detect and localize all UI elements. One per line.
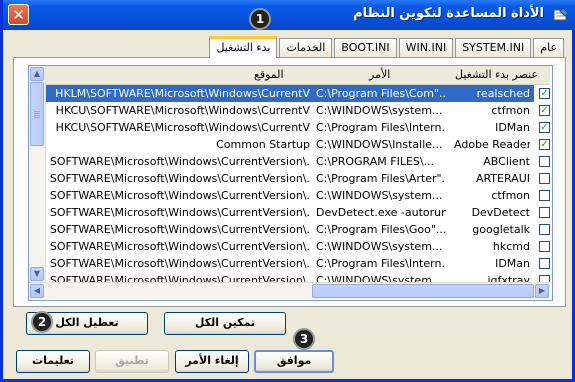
cell-startup-item: ctfmon (491, 189, 530, 202)
row-checkbox[interactable] (539, 190, 550, 201)
cell-location: SOFTWARE\Microsoft\Windows\CurrentVersio… (49, 206, 310, 219)
step-badge-2: 2 (31, 311, 53, 333)
header-location[interactable]: الموقع (254, 68, 284, 81)
row-checkbox[interactable] (539, 224, 550, 235)
vertical-scrollbar[interactable]: ▲ ▼ (29, 66, 46, 282)
row-checkbox[interactable] (539, 258, 550, 269)
row-checkbox[interactable]: ✓ (539, 139, 550, 150)
table-row[interactable]: SOFTWARE\Microsoft\Windows\CurrentVersio… (29, 238, 550, 255)
tab-startup[interactable]: بدء التشغيل (209, 36, 278, 58)
table-row[interactable]: HKCU\SOFTWARE\Microsoft\Windows\CurrentV… (29, 119, 550, 136)
cell-command: DevDetect.exe -autorun (316, 206, 446, 219)
tab-strip: عام SYSTEM.INI WIN.INI BOOT.INI الخدمات … (207, 36, 564, 58)
scroll-up-button[interactable]: ▲ (30, 67, 44, 81)
tab-win-ini[interactable]: WIN.INI (398, 38, 454, 57)
cell-startup-item: ctfmon (491, 104, 530, 117)
table-row[interactable]: SOFTWARE\Microsoft\Windows\CurrentVersio… (29, 153, 550, 170)
scroll-right-button[interactable]: ▶ (535, 284, 549, 298)
header-startup-item[interactable]: عنصر بدء التشغيل (455, 68, 538, 81)
horizontal-scrollbar[interactable]: ◀ ▶ (29, 282, 550, 299)
cell-location: SOFTWARE\Microsoft\Windows\CurrentVersio… (49, 189, 310, 202)
cell-location: HKCU\SOFTWARE\Microsoft\Windows\CurrentV (55, 121, 310, 134)
list-header: الموقع الأمر عنصر بدء التشغيل (29, 66, 550, 85)
table-row[interactable]: Common Startup C:\WINDOWS\Installe... Ad… (29, 136, 550, 153)
row-checkbox[interactable]: ✓ (539, 88, 550, 99)
cell-startup-item: IDMan (495, 257, 530, 270)
cell-startup-item: Adobe Reader Spe... (454, 138, 530, 151)
table-row[interactable]: SOFTWARE\Microsoft\Windows\CurrentVersio… (29, 170, 550, 187)
cell-location: SOFTWARE\Microsoft\Windows\CurrentVersio… (49, 155, 310, 168)
scroll-down-button[interactable]: ▼ (30, 267, 44, 281)
step-badge-3: 3 (293, 328, 315, 350)
step-badge-1: 1 (249, 8, 271, 30)
table-row[interactable]: SOFTWARE\Microsoft\Windows\CurrentVersio… (29, 187, 550, 204)
table-row[interactable]: HKLM\SOFTWARE\Microsoft\Windows\CurrentV… (29, 85, 550, 102)
close-button[interactable]: ✕ (8, 4, 29, 25)
window-title: الأداة المساعدة لتكوين النظام (353, 6, 544, 21)
cell-location: SOFTWARE\Microsoft\Windows\CurrentVersio… (49, 172, 310, 185)
scroll-left-button[interactable]: ◀ (30, 284, 44, 298)
help-button[interactable]: تعليمات (16, 350, 90, 373)
cell-location: SOFTWARE\Microsoft\Windows\CurrentVersio… (49, 257, 310, 270)
tab-general[interactable]: عام (533, 38, 564, 57)
startup-tab-panel: الموقع الأمر عنصر بدء التشغيل HKLM\SOFTW… (13, 57, 566, 307)
cell-command: C:\WINDOWS\system... (316, 240, 443, 253)
cell-startup-item: IDMan (495, 121, 530, 134)
thumb-grip-icon (34, 113, 40, 114)
cell-location: SOFTWARE\Microsoft\Windows\CurrentVersio… (49, 240, 310, 253)
msconfig-window: ✕ الأداة المساعدة لتكوين النظام عام SYST… (0, 0, 575, 382)
cell-location: HKCU\SOFTWARE\Microsoft\Windows\CurrentV (55, 104, 310, 117)
enable-all-button[interactable]: تمكين الكل (164, 312, 286, 335)
header-command[interactable]: الأمر (369, 68, 390, 81)
cell-startup-item: ARTERAUI (475, 172, 530, 185)
row-checkbox[interactable] (539, 241, 550, 252)
startup-list[interactable]: الموقع الأمر عنصر بدء التشغيل HKLM\SOFTW… (28, 65, 553, 301)
cell-location: Common Startup (216, 138, 310, 151)
cell-startup-item: ABClient (483, 155, 530, 168)
vertical-scroll-thumb[interactable] (30, 82, 44, 146)
thumb-grip-icon (34, 111, 40, 112)
cell-command: C:\Program Files\Arter"... (316, 172, 446, 185)
row-checkbox[interactable] (539, 156, 550, 167)
cell-startup-item: googletalk (472, 223, 530, 236)
cell-startup-item: realsched (476, 87, 530, 100)
cell-command: C:\Program Files\Goo"... (316, 223, 446, 236)
tab-system-ini[interactable]: SYSTEM.INI (455, 38, 532, 57)
cell-command: C:\PROGRAM FILES\... (316, 155, 435, 168)
cell-command: C:\Program Files\Com"... (316, 87, 446, 100)
row-checkbox[interactable]: ✓ (539, 122, 550, 133)
tab-services[interactable]: الخدمات (279, 38, 333, 57)
table-row[interactable]: HKCU\SOFTWARE\Microsoft\Windows\CurrentV… (29, 102, 550, 119)
row-checkbox[interactable] (539, 173, 550, 184)
apply-button: تطبيق (95, 350, 169, 373)
msconfig-icon (553, 7, 569, 21)
cell-command: C:\WINDOWS\system... (316, 104, 443, 117)
cell-command: C:\WINDOWS\system... (316, 189, 443, 202)
table-row[interactable]: SOFTWARE\Microsoft\Windows\CurrentVersio… (29, 204, 550, 221)
cell-command: C:\Program Files\Intern... (316, 121, 446, 134)
table-row[interactable]: SOFTWARE\Microsoft\Windows\CurrentVersio… (29, 255, 550, 272)
tab-boot-ini[interactable]: BOOT.INI (334, 38, 397, 57)
cell-command: C:\WINDOWS\Installe... (316, 138, 443, 151)
cell-startup-item: DevDetect (471, 206, 530, 219)
table-row[interactable]: SOFTWARE\Microsoft\Windows\CurrentVersio… (29, 221, 550, 238)
row-checkbox[interactable] (539, 207, 550, 218)
title-bar[interactable]: ✕ الأداة المساعدة لتكوين النظام (3, 0, 575, 30)
horizontal-scroll-thumb[interactable] (312, 284, 534, 298)
cell-command: C:\Program Files\Intern... (316, 257, 446, 270)
ok-button[interactable]: موافق (254, 350, 334, 373)
cancel-button[interactable]: إلغاء الأمر (175, 350, 249, 373)
row-checkbox[interactable]: ✓ (539, 105, 550, 116)
cell-location: SOFTWARE\Microsoft\Windows\CurrentVersio… (49, 223, 310, 236)
cell-location: HKLM\SOFTWARE\Microsoft\Windows\CurrentV (55, 87, 310, 100)
thumb-grip-icon (34, 117, 40, 118)
cell-startup-item: hkcmd (492, 240, 530, 253)
thumb-grip-icon (34, 115, 40, 116)
